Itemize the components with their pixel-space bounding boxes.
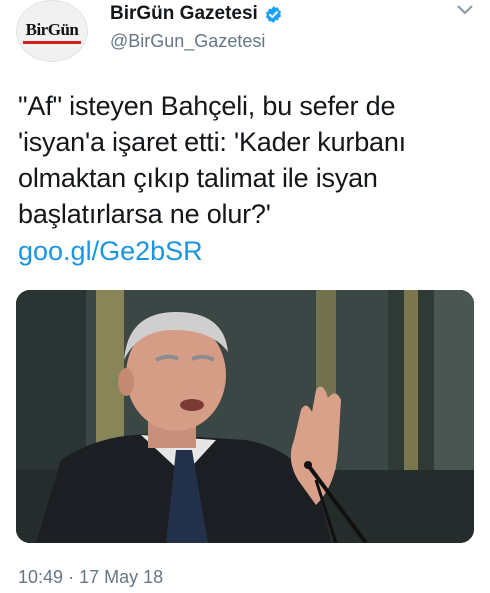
tweet-timestamp[interactable]: 10:49 · 17 May 18 bbox=[18, 567, 163, 588]
user-handle[interactable]: @BirGun_Gazetesi bbox=[110, 31, 265, 52]
tweet-text-line: 'isyan'a işaret etti: 'Kader kurbanı bbox=[18, 127, 406, 157]
tweet-card: BirGün BirGün Gazetesi @BirGun_Gazetesi … bbox=[0, 0, 490, 593]
tweet-link[interactable]: goo.gl/Ge2bSR bbox=[18, 233, 203, 269]
tweet-date: 17 May 18 bbox=[79, 567, 164, 587]
timestamp-separator: · bbox=[68, 567, 75, 587]
tweet-text-line: olmaktan çıkıp talimat ile isyan bbox=[18, 163, 378, 193]
display-name-text: BirGün Gazetesi bbox=[110, 3, 258, 24]
tweet-text-line: başlatırlarsa ne olur?' bbox=[18, 199, 271, 229]
speaker-photo bbox=[16, 290, 474, 543]
chevron-down-icon[interactable] bbox=[454, 2, 476, 18]
birgun-logo: BirGün bbox=[22, 18, 82, 44]
tweet-text-line: "Af" isteyen Bahçeli, bu sefer de bbox=[18, 91, 396, 121]
display-name[interactable]: BirGün Gazetesi bbox=[110, 3, 283, 25]
tweet-time: 10:49 bbox=[18, 567, 64, 587]
verified-badge-icon bbox=[264, 5, 283, 24]
tweet-header: BirGün BirGün Gazetesi @BirGun_Gazetesi bbox=[16, 0, 476, 70]
tweet-photo[interactable] bbox=[16, 290, 474, 543]
avatar[interactable]: BirGün bbox=[16, 0, 88, 62]
tweet-text: "Af" isteyen Bahçeli, bu sefer de 'isyan… bbox=[18, 88, 478, 232]
